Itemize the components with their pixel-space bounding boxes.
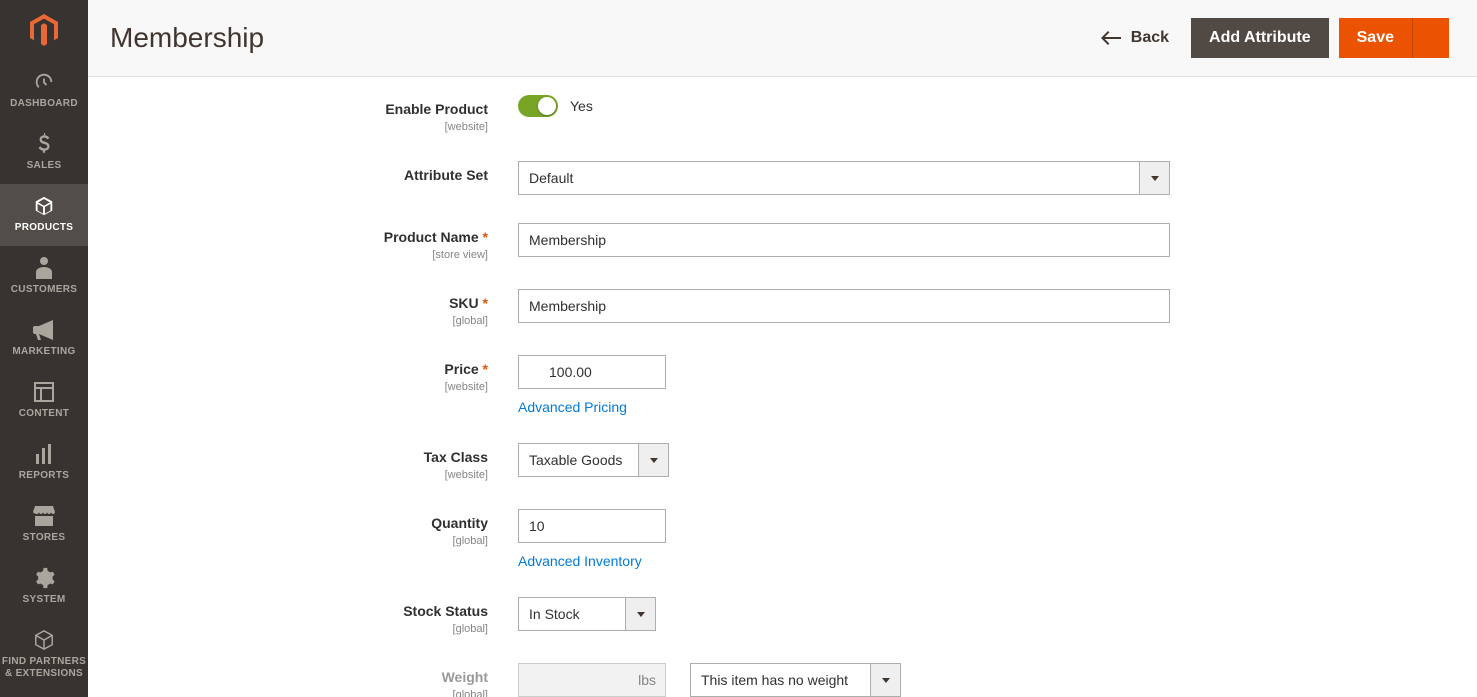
sidebar-item-label: MARKETING — [12, 346, 75, 358]
label-sku: SKU [global] — [88, 289, 518, 327]
weight-type-value: This item has no weight — [690, 663, 870, 697]
row-product-name: Product Name [store view] — [88, 223, 1477, 261]
sidebar-item-stores[interactable]: STORES — [0, 494, 88, 556]
back-arrow-icon — [1101, 31, 1121, 45]
tax-class-dropdown-button[interactable] — [638, 443, 669, 477]
magento-logo[interactable] — [0, 0, 88, 60]
sidebar-item-label: CONTENT — [19, 408, 69, 420]
stock-status-value: In Stock — [518, 597, 625, 631]
label-price: Price [website] — [88, 355, 518, 393]
row-tax-class: Tax Class [website] Taxable Goods — [88, 443, 1477, 481]
attribute-set-value: Default — [518, 161, 1139, 195]
weight-type-dropdown-button[interactable] — [870, 663, 901, 697]
caret-down-icon — [650, 458, 658, 463]
advanced-pricing-link[interactable]: Advanced Pricing — [518, 399, 627, 415]
save-button[interactable]: Save — [1339, 18, 1412, 58]
content-icon — [34, 380, 54, 404]
weight-input — [518, 663, 666, 697]
page-title: Membership — [110, 22, 1089, 54]
admin-sidebar: DASHBOARD SALES PRODUCTS CUSTOMERS MARKE… — [0, 0, 88, 697]
tax-class-value: Taxable Goods — [518, 443, 638, 477]
sidebar-item-system[interactable]: SYSTEM — [0, 556, 88, 618]
enable-product-toggle[interactable] — [518, 95, 558, 117]
sidebar-item-marketing[interactable]: MARKETING — [0, 308, 88, 370]
page-header: Membership Back Add Attribute Save — [88, 0, 1477, 77]
marketing-icon — [33, 318, 55, 342]
row-sku: SKU [global] — [88, 289, 1477, 327]
add-attribute-button[interactable]: Add Attribute — [1191, 18, 1329, 58]
attribute-set-dropdown-button[interactable] — [1139, 161, 1170, 195]
row-price: Price [website] $ Advanced Pricing — [88, 355, 1477, 415]
sku-input[interactable] — [518, 289, 1170, 323]
sidebar-item-reports[interactable]: REPORTS — [0, 432, 88, 494]
sidebar-item-label: SALES — [27, 160, 62, 172]
caret-down-icon — [882, 678, 890, 683]
row-weight: Weight [global] lbs This item has no wei… — [88, 663, 1477, 697]
sidebar-item-sales[interactable]: SALES — [0, 122, 88, 184]
dashboard-icon — [33, 70, 55, 94]
save-button-group: Save — [1339, 18, 1449, 58]
sidebar-item-products[interactable]: PRODUCTS — [0, 184, 88, 246]
caret-down-icon — [1151, 176, 1159, 181]
sidebar-item-label: SYSTEM — [23, 594, 66, 606]
caret-down-icon — [637, 612, 645, 617]
header-actions: Back Add Attribute Save — [1089, 18, 1449, 58]
advanced-inventory-link[interactable]: Advanced Inventory — [518, 553, 642, 569]
stock-status-select[interactable]: In Stock — [518, 597, 656, 631]
label-enable-product: Enable Product [website] — [88, 95, 518, 133]
label-tax-class: Tax Class [website] — [88, 443, 518, 481]
product-form: Enable Product [website] Yes Attribute S… — [88, 77, 1477, 697]
row-stock-status: Stock Status [global] In Stock — [88, 597, 1477, 635]
weight-type-select[interactable]: This item has no weight — [690, 663, 901, 697]
price-input[interactable] — [518, 355, 666, 389]
back-button[interactable]: Back — [1089, 21, 1181, 55]
back-button-label: Back — [1131, 29, 1169, 47]
attribute-set-select[interactable]: Default — [518, 161, 1170, 195]
sidebar-item-partners[interactable]: FIND PARTNERS & EXTENSIONS — [0, 618, 88, 692]
stock-status-dropdown-button[interactable] — [625, 597, 656, 631]
label-stock-status: Stock Status [global] — [88, 597, 518, 635]
stores-icon — [33, 504, 55, 528]
save-dropdown-button[interactable] — [1412, 18, 1449, 58]
sidebar-item-content[interactable]: CONTENT — [0, 370, 88, 432]
row-quantity: Quantity [global] Advanced Inventory — [88, 509, 1477, 569]
sidebar-item-dashboard[interactable]: DASHBOARD — [0, 60, 88, 122]
sidebar-item-customers[interactable]: CUSTOMERS — [0, 246, 88, 308]
sidebar-item-label: STORES — [23, 532, 66, 544]
main-area: Membership Back Add Attribute Save Enabl… — [88, 0, 1477, 697]
partners-icon — [33, 628, 55, 652]
tax-class-select[interactable]: Taxable Goods — [518, 443, 669, 477]
label-product-name: Product Name [store view] — [88, 223, 518, 261]
customers-icon — [36, 256, 52, 280]
sidebar-item-label: DASHBOARD — [10, 98, 78, 110]
sidebar-item-label: CUSTOMERS — [11, 284, 77, 296]
system-icon — [33, 566, 55, 590]
label-quantity: Quantity [global] — [88, 509, 518, 547]
products-icon — [33, 194, 55, 218]
label-weight: Weight [global] — [88, 663, 518, 697]
enable-product-value: Yes — [570, 98, 593, 114]
sidebar-item-label: REPORTS — [19, 470, 69, 482]
sidebar-item-label: FIND PARTNERS & EXTENSIONS — [2, 656, 86, 680]
label-attribute-set: Attribute Set — [88, 161, 518, 185]
quantity-input[interactable] — [518, 509, 666, 543]
sidebar-item-label: PRODUCTS — [15, 222, 74, 234]
product-name-input[interactable] — [518, 223, 1170, 257]
reports-icon — [34, 442, 54, 466]
row-attribute-set: Attribute Set Default — [88, 161, 1477, 195]
row-enable-product: Enable Product [website] Yes — [88, 95, 1477, 133]
sales-icon — [37, 132, 51, 156]
